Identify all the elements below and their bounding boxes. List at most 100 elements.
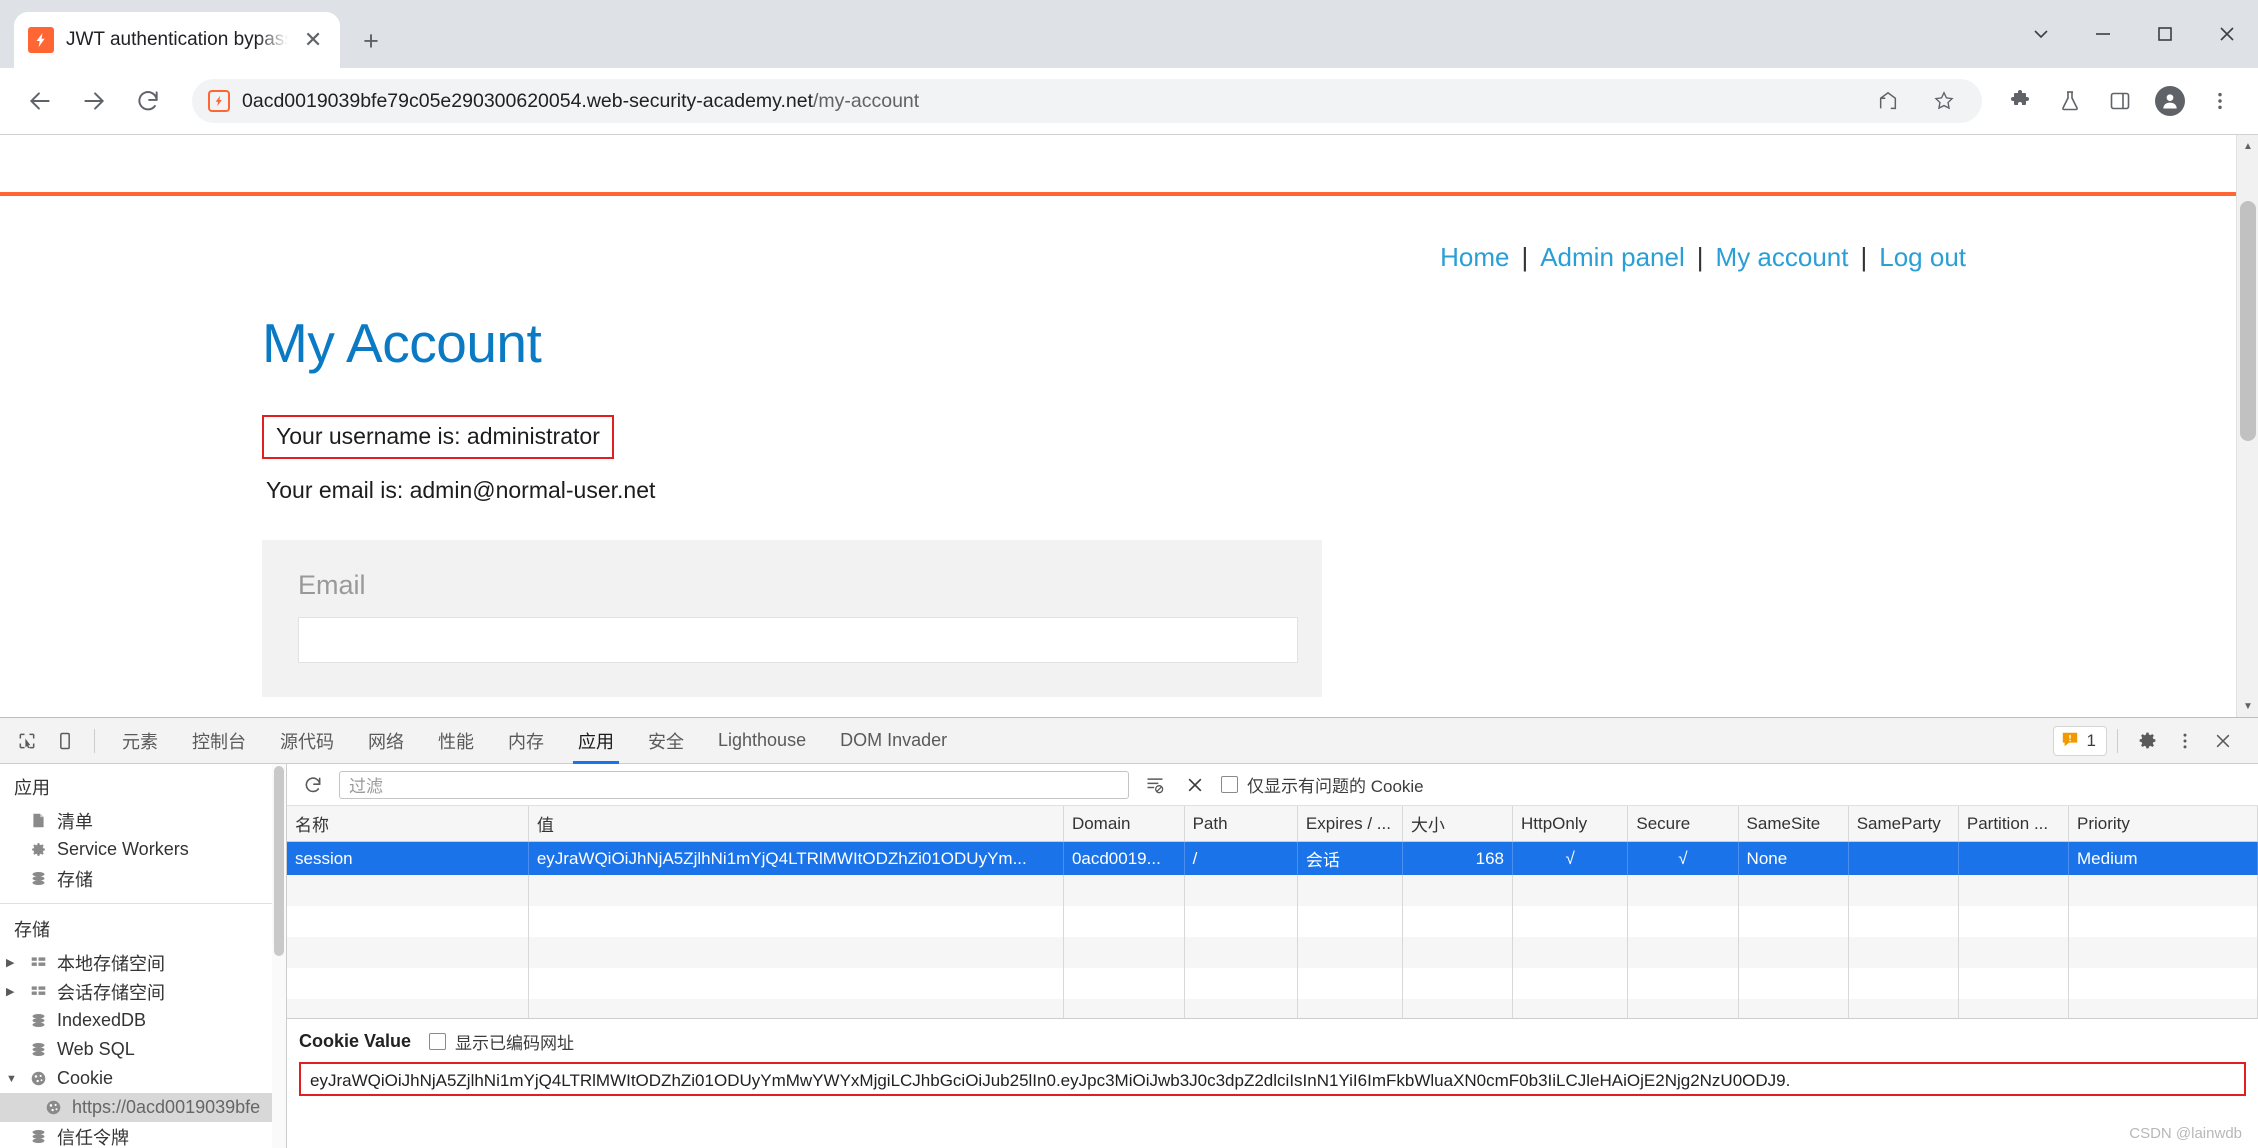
cell-samesite: None (1738, 841, 1849, 875)
tab-console[interactable]: 控制台 (175, 718, 263, 764)
table-row[interactable]: session eyJraWQiOiJhNjA5ZjlhNi1mYjQ4LTRl… (287, 841, 2258, 875)
device-toolbar-icon[interactable] (46, 722, 84, 760)
scroll-up-icon[interactable]: ▲ (2237, 135, 2258, 157)
nav-link-log-out[interactable]: Log out (1879, 242, 1966, 272)
side-panel-icon[interactable] (2098, 79, 2142, 123)
nav-link-admin-panel[interactable]: Admin panel (1540, 242, 1685, 272)
sidebar-scrollbar-thumb[interactable] (274, 766, 284, 956)
cell-domain: 0acd0019... (1063, 841, 1185, 875)
settings-gear-icon[interactable] (2128, 722, 2166, 760)
tab-elements[interactable]: 元素 (105, 718, 175, 764)
col-size[interactable]: 大小 (1402, 806, 1513, 842)
filter-input[interactable]: 过滤 (339, 770, 1129, 799)
cookie-icon (29, 1069, 48, 1088)
reload-button[interactable] (124, 77, 172, 125)
star-icon[interactable] (1922, 79, 1966, 123)
tab-strip: JWT authentication bypass via ✕ + (0, 0, 2258, 68)
close-icon[interactable]: ✕ (300, 25, 326, 55)
col-secure[interactable]: Secure (1627, 806, 1739, 842)
warning-badge[interactable]: 1 (2052, 725, 2107, 756)
col-path[interactable]: Path (1184, 806, 1298, 842)
tab-performance[interactable]: 性能 (421, 718, 491, 764)
sidebar-item-indexeddb[interactable]: IndexedDB (0, 1006, 286, 1035)
page-scrollbar[interactable]: ▲ ▼ (2236, 135, 2258, 717)
sidebar-item-label: Web SQL (57, 1039, 135, 1059)
nav-link-home[interactable]: Home (1440, 242, 1509, 272)
cookies-toolbar: 过滤 仅显示有问题的 Cookie (287, 764, 2258, 806)
cell-httponly: √ (1512, 841, 1629, 875)
checkbox-icon[interactable] (1221, 776, 1238, 793)
table-row-empty (287, 968, 2258, 999)
only-issues-checkbox[interactable]: 仅显示有问题的 Cookie (1221, 772, 1424, 797)
email-field[interactable] (298, 617, 1298, 663)
chevron-right-icon[interactable]: ▶ (6, 956, 20, 969)
forward-button[interactable] (70, 77, 118, 125)
right-divider (2117, 728, 2118, 753)
warning-icon (2061, 730, 2079, 752)
col-expires[interactable]: Expires / ... (1297, 806, 1403, 842)
chevron-down-icon[interactable]: ▼ (6, 1073, 20, 1085)
col-partition[interactable]: Partition ... (1958, 806, 2070, 842)
new-tab-button[interactable]: + (356, 26, 386, 56)
cookies-table-container[interactable]: 名称 值 Domain Path Expires / ... 大小 HttpOn… (287, 806, 2258, 1019)
tab-memory[interactable]: 内存 (491, 718, 561, 764)
tab-dom-invader[interactable]: DOM Invader (823, 718, 964, 764)
minimize-button[interactable] (2072, 0, 2134, 68)
col-name[interactable]: 名称 (287, 806, 529, 842)
sidebar-item-cookie-origin[interactable]: https://0acd0019039bfe (0, 1093, 286, 1122)
sidebar-item-service-workers[interactable]: Service Workers (0, 835, 286, 864)
tab-application[interactable]: 应用 (561, 718, 631, 764)
tab-search-icon[interactable] (2010, 0, 2072, 68)
col-value[interactable]: 值 (528, 806, 1064, 842)
sidebar-scrollbar[interactable] (272, 764, 286, 1148)
nav-link-my-account[interactable]: My account (1716, 242, 1849, 272)
col-sameparty[interactable]: SameParty (1848, 806, 1959, 842)
cell-secure: √ (1627, 841, 1739, 875)
col-httponly[interactable]: HttpOnly (1512, 806, 1629, 842)
database-icon (29, 1127, 48, 1146)
chrome-menu-icon[interactable] (2198, 79, 2242, 123)
sidebar-item-storage[interactable]: 存储 (0, 864, 286, 893)
clear-filtered-icon[interactable] (1141, 771, 1169, 799)
checkbox-icon[interactable] (429, 1033, 447, 1050)
sidebar-item-local-storage[interactable]: ▶ 本地存储空间 (0, 948, 286, 977)
chevron-right-icon[interactable]: ▶ (6, 985, 20, 998)
show-encoded-url-checkbox[interactable]: 显示已编码网址 (429, 1029, 574, 1054)
maximize-button[interactable] (2134, 0, 2196, 68)
sidebar-item-web-sql[interactable]: Web SQL (0, 1035, 286, 1064)
cookies-table: 名称 值 Domain Path Expires / ... 大小 HttpOn… (287, 806, 2258, 1018)
col-priority[interactable]: Priority (2068, 806, 2258, 842)
watermark: CSDN @lainwdb (2129, 1125, 2242, 1142)
tab-lighthouse[interactable]: Lighthouse (701, 718, 823, 764)
tab-security[interactable]: 安全 (631, 718, 701, 764)
burp-flask-icon[interactable] (2048, 79, 2092, 123)
profile-avatar-icon[interactable] (2148, 79, 2192, 123)
clear-all-cookies-icon[interactable] (1181, 771, 1209, 799)
back-button[interactable] (16, 77, 64, 125)
refresh-icon[interactable] (299, 771, 327, 799)
sidebar-item-cookie[interactable]: ▼ Cookie (0, 1064, 286, 1093)
address-bar[interactable]: 0acd0019039bfe79c05e290300620054.web-sec… (192, 79, 1982, 123)
scroll-down-icon[interactable]: ▼ (2237, 695, 2258, 717)
site-navigation: Home | Admin panel | My account | Log out (0, 196, 2236, 273)
scrollbar-thumb[interactable] (2240, 201, 2256, 441)
cell-name: session (287, 841, 529, 875)
inspect-element-icon[interactable] (8, 722, 46, 760)
devtools-panel: 元素 控制台 源代码 网络 性能 内存 应用 安全 Lighthouse DOM… (0, 717, 2258, 1148)
share-icon[interactable] (1866, 79, 1910, 123)
sidebar-item-session-storage[interactable]: ▶ 会话存储空间 (0, 977, 286, 1006)
sidebar-item-trust-tokens[interactable]: 信任令牌 (0, 1122, 286, 1148)
tab-sources[interactable]: 源代码 (263, 718, 351, 764)
cookie-value-text[interactable]: eyJraWQiOiJhNjA5ZjlhNi1mYjQ4LTRlMWItODZh… (299, 1062, 2246, 1096)
col-domain[interactable]: Domain (1063, 806, 1185, 842)
cookie-value-header: Cookie Value 显示已编码网址 (287, 1019, 2258, 1062)
browser-tab[interactable]: JWT authentication bypass via ✕ (14, 12, 340, 68)
sidebar-item-label: 存储 (57, 869, 93, 890)
close-devtools-icon[interactable] (2204, 722, 2242, 760)
col-samesite[interactable]: SameSite (1738, 806, 1849, 842)
tab-network[interactable]: 网络 (351, 718, 421, 764)
more-options-icon[interactable] (2166, 722, 2204, 760)
extensions-icon[interactable] (1998, 79, 2042, 123)
close-window-button[interactable] (2196, 0, 2258, 68)
sidebar-item-manifest[interactable]: 清单 (0, 806, 286, 835)
